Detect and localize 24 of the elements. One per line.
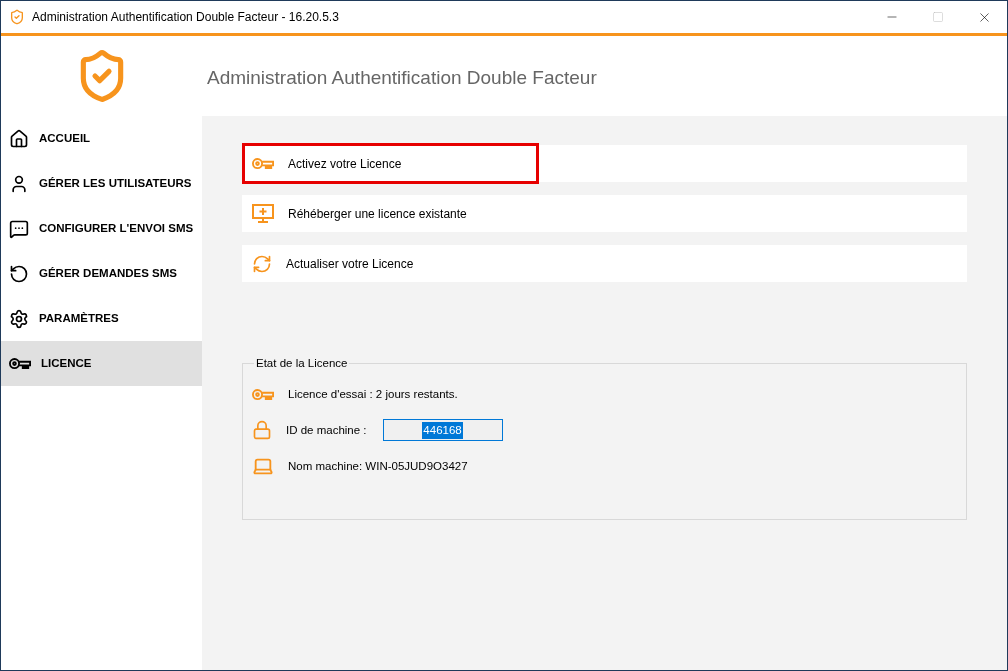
key-icon (9, 356, 31, 371)
monitor-plus-icon (252, 203, 274, 224)
lock-icon (252, 420, 272, 441)
nav-icon (9, 173, 29, 194)
status-text: Licence d'essai : 2 jours restants. (288, 386, 458, 402)
header-title: Administration Authentification Double Facteur (207, 66, 597, 90)
nav-icon (9, 128, 29, 149)
refresh-icon (252, 253, 272, 274)
key-icon (252, 156, 274, 171)
nav-icon (9, 263, 29, 284)
status-text: Nom machine: WIN-05JUD9O3427 (288, 458, 468, 474)
action-button[interactable]: Activez votre Licence (242, 145, 967, 182)
nav-icon (9, 218, 29, 239)
group-title: Etat de la Licence (255, 356, 349, 371)
maximize-icon (932, 11, 944, 23)
sidebar-item[interactable]: LICENCE (1, 341, 202, 386)
status-text: ID de machine : (286, 422, 367, 438)
shield-check-icon (9, 9, 25, 25)
machine-id-field[interactable]: 446168 (382, 419, 503, 442)
action-button[interactable]: Réhéberger une licence existante (242, 195, 967, 232)
key-icon (252, 387, 274, 401)
action-button[interactable]: Actualiser votre Licence (242, 245, 967, 282)
window-title: Administration Authentification Double Facteur - 16.20.5.3 (32, 9, 339, 26)
nav-icon (9, 308, 29, 329)
